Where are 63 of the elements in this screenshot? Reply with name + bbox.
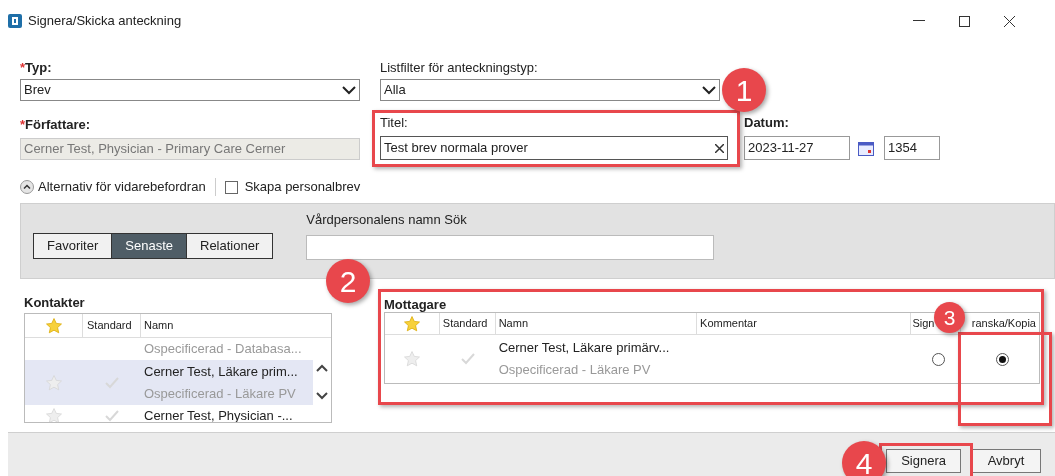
field-label: Listfilter för anteckningstyp: xyxy=(380,58,538,77)
recipient-name: Cerner Test, Läkare primärv... xyxy=(498,339,671,357)
contact-row[interactable]: Cerner Test, Läkare prim... Ospecificerad - Läkare PV xyxy=(25,360,313,405)
filter-tab[interactable]: Senaste xyxy=(112,234,187,258)
chevron-down-icon xyxy=(702,85,716,95)
field-label: Typ: xyxy=(25,58,52,77)
chevron-down-icon xyxy=(342,85,356,95)
forwarding-toggle[interactable]: Alternativ för vidarebefordran xyxy=(38,177,206,197)
list-filter-select[interactable]: Alla xyxy=(380,79,720,101)
calendar-icon[interactable] xyxy=(858,140,874,156)
star-icon xyxy=(44,316,63,335)
step-badge: 2 xyxy=(326,259,370,303)
star-icon xyxy=(403,350,422,368)
radio-button[interactable] xyxy=(996,352,1010,366)
scroll-up-icon[interactable] xyxy=(316,364,328,372)
search-field[interactable] xyxy=(306,235,715,260)
check-icon xyxy=(105,410,119,422)
window-title: Signera/Skicka anteckning xyxy=(28,12,182,31)
required-mark: * xyxy=(20,115,26,134)
search-label: Vårdpersonalens namn Sök xyxy=(306,210,468,229)
app-logo-icon xyxy=(8,14,22,28)
step-badge: 3 xyxy=(934,302,965,333)
contact-detail: Ospecificerad - Databasa... xyxy=(144,340,302,358)
contact-name: Cerner Test, Physician -... xyxy=(144,407,293,422)
date-field[interactable]: 2023-11-27 xyxy=(744,136,850,160)
close-icon[interactable] xyxy=(1004,15,1015,27)
filter-tab[interactable]: Relationer xyxy=(187,234,273,258)
field-label: Titel: xyxy=(380,113,408,132)
collapse-icon[interactable] xyxy=(20,180,34,194)
field-label: Datum: xyxy=(744,113,789,132)
radio-button[interactable] xyxy=(932,352,946,366)
check-icon xyxy=(460,353,475,365)
required-mark: * xyxy=(20,58,26,77)
cancel-button[interactable]: Avbryt xyxy=(971,449,1041,473)
maximize-icon[interactable] xyxy=(959,15,970,27)
contact-name: Cerner Test, Läkare prim... xyxy=(144,362,298,381)
checkbox[interactable] xyxy=(224,180,238,194)
column-header: ranska/Kopia xyxy=(970,316,1037,332)
star-icon xyxy=(402,314,421,333)
star-icon xyxy=(45,407,63,422)
step-badge: 1 xyxy=(722,68,766,112)
field-label: Författare: xyxy=(25,115,91,134)
time-field[interactable]: 1354 xyxy=(884,136,940,160)
clear-icon[interactable] xyxy=(715,143,724,153)
column-header: Standard xyxy=(83,314,141,337)
column-header: Namn xyxy=(495,313,698,334)
column-header: Standard xyxy=(439,313,496,334)
scroll-down-icon[interactable] xyxy=(316,392,328,400)
section-title: Kontakter xyxy=(24,294,86,312)
filter-tab[interactable]: Favoriter xyxy=(34,234,113,258)
column-header: Namn xyxy=(143,318,175,334)
sign-button[interactable]: Signera xyxy=(886,449,961,473)
recipient-detail: Ospecificerad - Läkare PV xyxy=(498,361,652,379)
column-header: Kommentar xyxy=(697,313,912,334)
contact-detail: Ospecificerad - Läkare PV xyxy=(144,384,297,403)
minimize-icon[interactable] xyxy=(913,20,925,22)
check-icon xyxy=(105,376,119,389)
star-icon xyxy=(45,373,63,392)
title-field[interactable]: Test brev normala prover xyxy=(380,136,728,160)
recipient-row[interactable]: Cerner Test, Läkare primärv... Ospecificerad - Läkare PV xyxy=(385,335,1039,383)
checkbox-label: Skapa personalbrev xyxy=(244,178,361,197)
section-title: Mottagare xyxy=(384,296,448,312)
type-select[interactable]: Brev xyxy=(20,79,360,101)
